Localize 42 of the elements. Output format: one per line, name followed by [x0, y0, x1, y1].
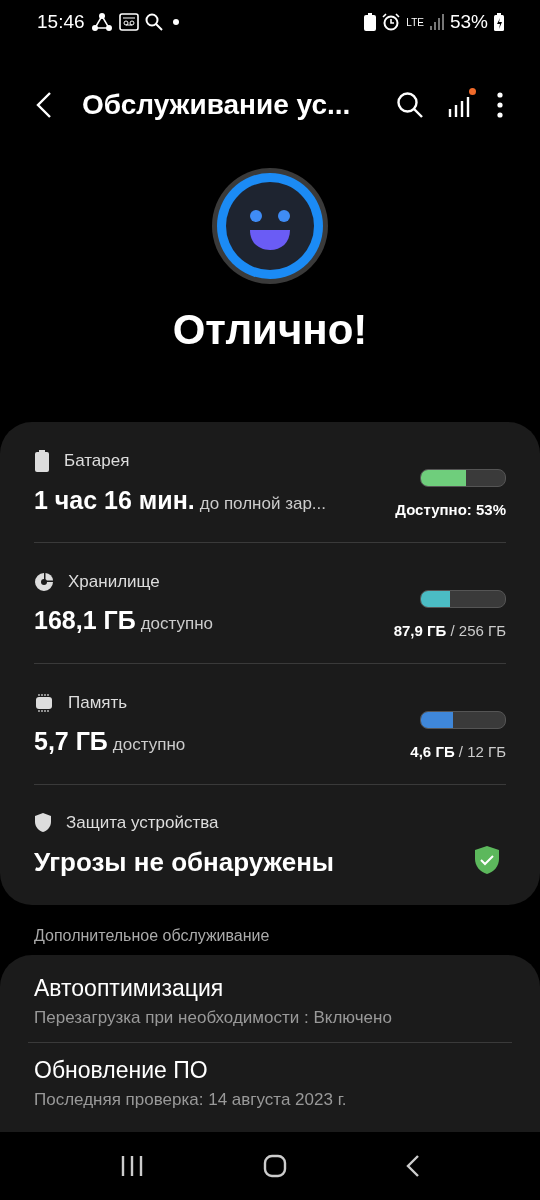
menu-item-subtitle: Перезагрузка при необходимости : Включено — [34, 1008, 393, 1028]
alarm-icon — [382, 13, 401, 31]
status-text: Угрозы не обнаружены — [34, 847, 335, 878]
value-text: 168,1 ГБ — [34, 605, 136, 635]
page-title: Обслуживание ус... — [82, 89, 352, 121]
signal-icon — [429, 14, 444, 30]
recents-icon — [119, 1155, 144, 1177]
voicemail-icon — [118, 13, 139, 31]
search-icon — [144, 13, 163, 31]
value-caption: доступно — [140, 613, 214, 634]
usage-reading: 87,9 ГБ / 256 ГБ — [393, 621, 506, 639]
back-icon — [406, 1154, 421, 1178]
battery-charging-icon — [494, 13, 504, 31]
menu-item-title[interactable]: Обновление ПО — [34, 1057, 512, 1084]
value-caption: доступно — [112, 734, 186, 755]
home-icon — [263, 1154, 287, 1178]
clock-text: 15:46 — [37, 11, 85, 33]
battery-saver-icon — [364, 13, 377, 31]
value-caption: до полной зар... — [199, 493, 327, 514]
menu-item-title[interactable]: Автооптимизация — [34, 975, 506, 1002]
value-text: 1 час 16 мин. — [34, 485, 195, 515]
battery-icon — [34, 449, 50, 472]
back-icon — [36, 91, 52, 119]
search-icon — [396, 91, 424, 119]
value-text: 5,7 ГБ — [34, 726, 108, 756]
usage-reading: 4,6 ГБ / 12 ГБ — [410, 742, 506, 760]
chip-icon — [34, 692, 54, 713]
network-type-text: LTE — [406, 16, 424, 28]
share-icon — [90, 12, 113, 32]
battery-percent-text: 53% — [449, 11, 488, 33]
section-label: Батарея — [64, 450, 130, 471]
section-label: Память — [68, 692, 128, 713]
section-label: Защита устройства — [66, 812, 219, 833]
status-title: Отлично! — [172, 306, 368, 354]
section-label: Хранилище — [68, 571, 160, 592]
more-icon — [496, 91, 504, 119]
usage-reading: Доступно: 53% — [395, 500, 506, 518]
pie-chart-icon — [34, 571, 54, 592]
section-title: Дополнительное обслуживание — [33, 926, 271, 946]
shield-icon — [34, 812, 52, 833]
menu-item-subtitle: Последняя проверка: 14 августа 2023 г. — [34, 1090, 348, 1110]
smiley-icon — [210, 166, 330, 286]
